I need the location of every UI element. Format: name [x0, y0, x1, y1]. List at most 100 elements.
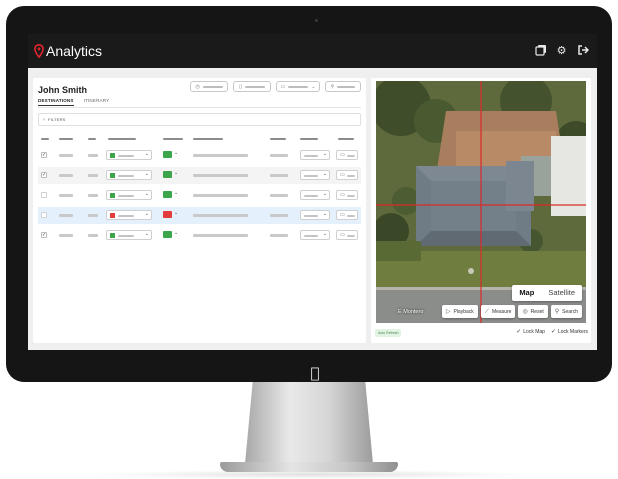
- time-filter-button[interactable]: ◷: [190, 81, 228, 92]
- measure-label: Measure: [491, 308, 512, 315]
- playback-button[interactable]: ▷ Playback: [441, 305, 478, 318]
- select-text-placeholder: [118, 174, 134, 177]
- row-checkbox[interactable]: ✓: [41, 172, 47, 178]
- play-icon: ▷: [445, 308, 451, 315]
- control-text-placeholder: [288, 85, 309, 88]
- auto-refresh-badge[interactable]: Auto Refresh: [375, 329, 402, 337]
- flag-icon[interactable]: [163, 171, 172, 178]
- reset-label: Reset: [530, 308, 544, 315]
- logout-icon[interactable]: [576, 44, 589, 57]
- map-type-map[interactable]: Map: [512, 285, 541, 301]
- monitor-stand: [245, 382, 373, 464]
- button-text-placeholder: [347, 195, 355, 197]
- chevron-down-icon[interactable]: ⌄: [174, 190, 178, 196]
- option-select[interactable]: ⌄: [300, 190, 330, 200]
- status-select[interactable]: ⌄: [106, 170, 152, 180]
- panel-tabs: DESTINATIONS ITINERARY: [38, 98, 109, 106]
- tab-itinerary[interactable]: ITINERARY: [84, 98, 110, 106]
- status-select[interactable]: ⌄: [106, 210, 152, 220]
- cell-text-placeholder: [88, 214, 98, 217]
- chevron-down-icon: ⌄: [322, 191, 327, 197]
- cell-text-placeholder: [270, 174, 288, 177]
- cell-text-placeholder: [193, 154, 248, 157]
- notes-button[interactable]: ▭: [336, 230, 358, 240]
- layers-icon[interactable]: [534, 44, 547, 57]
- cell-text-placeholder: [88, 174, 98, 177]
- flag-icon[interactable]: [163, 211, 172, 218]
- group-select[interactable]: ▭ ⌄: [276, 81, 320, 92]
- gear-icon[interactable]: ⚙: [555, 44, 568, 57]
- flag-icon[interactable]: [163, 231, 172, 238]
- row-checkbox[interactable]: [41, 192, 47, 198]
- location-button[interactable]: ⚲: [325, 81, 361, 92]
- flag-icon[interactable]: [163, 151, 172, 158]
- status-color-swatch: [110, 193, 115, 198]
- select-text-placeholder: [304, 194, 318, 197]
- lock-markers-toggle[interactable]: ✓ Lock Markers: [551, 328, 588, 335]
- location-pin-icon: [34, 44, 44, 58]
- option-select[interactable]: ⌄: [300, 170, 330, 180]
- column-header[interactable]: [270, 138, 286, 140]
- table-row[interactable]: ✓ ⌄ ⌄ ⌄ ▭: [38, 227, 361, 244]
- table-row[interactable]: ⌄ ⌄ ⌄ ▭: [38, 187, 361, 204]
- cell-text-placeholder: [88, 154, 98, 157]
- notes-button[interactable]: ▭: [336, 210, 358, 220]
- chevron-down-icon[interactable]: ⌄: [174, 150, 178, 156]
- cell-text-placeholder: [59, 194, 73, 197]
- report-button[interactable]: ▯: [233, 81, 271, 92]
- chevron-down-icon[interactable]: ⌄: [174, 170, 178, 176]
- measure-button[interactable]: ⟋ Measure: [480, 305, 516, 318]
- cell-text-placeholder: [88, 234, 98, 237]
- column-header[interactable]: [108, 138, 136, 140]
- row-checkbox[interactable]: ✓: [41, 152, 47, 158]
- cell-text-placeholder: [88, 194, 98, 197]
- column-header[interactable]: [300, 138, 318, 140]
- flag-icon[interactable]: [163, 191, 172, 198]
- column-header[interactable]: [193, 138, 223, 140]
- notes-button[interactable]: ▭: [336, 190, 358, 200]
- lock-map-toggle[interactable]: ✓ Lock Map: [516, 328, 545, 335]
- column-header[interactable]: [163, 138, 183, 140]
- option-select[interactable]: ⌄: [300, 150, 330, 160]
- panel-controls: ◷ ▯ ▭ ⌄ ⚲: [190, 81, 361, 92]
- document-icon: ▯: [239, 83, 242, 90]
- column-header[interactable]: [88, 138, 96, 140]
- status-select[interactable]: ⌄: [106, 190, 152, 200]
- tab-destinations[interactable]: DESTINATIONS: [38, 98, 74, 106]
- chevron-down-icon: ⌄: [322, 151, 327, 157]
- notes-button[interactable]: ▭: [336, 150, 358, 160]
- map-view[interactable]: Map Satellite E Montero ▷ Playback ⟋ Measu…: [376, 81, 586, 323]
- cell-text-placeholder: [59, 154, 73, 157]
- chevron-right-icon: ›: [43, 116, 45, 123]
- select-text-placeholder: [304, 174, 318, 177]
- pin-icon: ⚲: [330, 83, 335, 90]
- reset-button[interactable]: ◎ Reset: [518, 305, 548, 318]
- chevron-down-icon[interactable]: ⌄: [174, 230, 178, 236]
- table-row[interactable]: ✓ ⌄ ⌄ ⌄ ▭: [38, 167, 361, 184]
- row-checkbox[interactable]: [41, 212, 47, 218]
- button-text-placeholder: [347, 155, 355, 157]
- lock-map-label: Lock Map: [523, 328, 545, 335]
- option-select[interactable]: ⌄: [300, 210, 330, 220]
- status-select[interactable]: ⌄: [106, 230, 152, 240]
- map-type-satellite[interactable]: Satellite: [541, 285, 582, 301]
- table-row[interactable]: ⌄ ⌄ ⌄ ▭: [38, 207, 361, 224]
- product-mockup:  Analytics ⚙ John: [0, 0, 618, 479]
- status-select[interactable]: ⌄: [106, 150, 152, 160]
- notes-button[interactable]: ▭: [336, 170, 358, 180]
- row-checkbox[interactable]: ✓: [41, 232, 47, 238]
- column-header[interactable]: [41, 138, 49, 140]
- search-button[interactable]: ⚲ Search: [550, 305, 582, 318]
- table-row[interactable]: ✓ ⌄ ⌄ ⌄ ▭: [38, 147, 361, 164]
- top-bar-actions: ⚙: [534, 44, 589, 57]
- control-text-placeholder: [202, 85, 223, 88]
- check-icon: ✓: [550, 328, 556, 335]
- column-header[interactable]: [338, 138, 354, 140]
- status-color-swatch: [110, 233, 115, 238]
- chevron-down-icon[interactable]: ⌄: [174, 210, 178, 216]
- column-header[interactable]: [59, 138, 73, 140]
- select-text-placeholder: [304, 154, 318, 157]
- brand[interactable]: Analytics: [34, 43, 102, 59]
- option-select[interactable]: ⌄: [300, 230, 330, 240]
- filters-toggle[interactable]: › FILTERS: [38, 113, 361, 126]
